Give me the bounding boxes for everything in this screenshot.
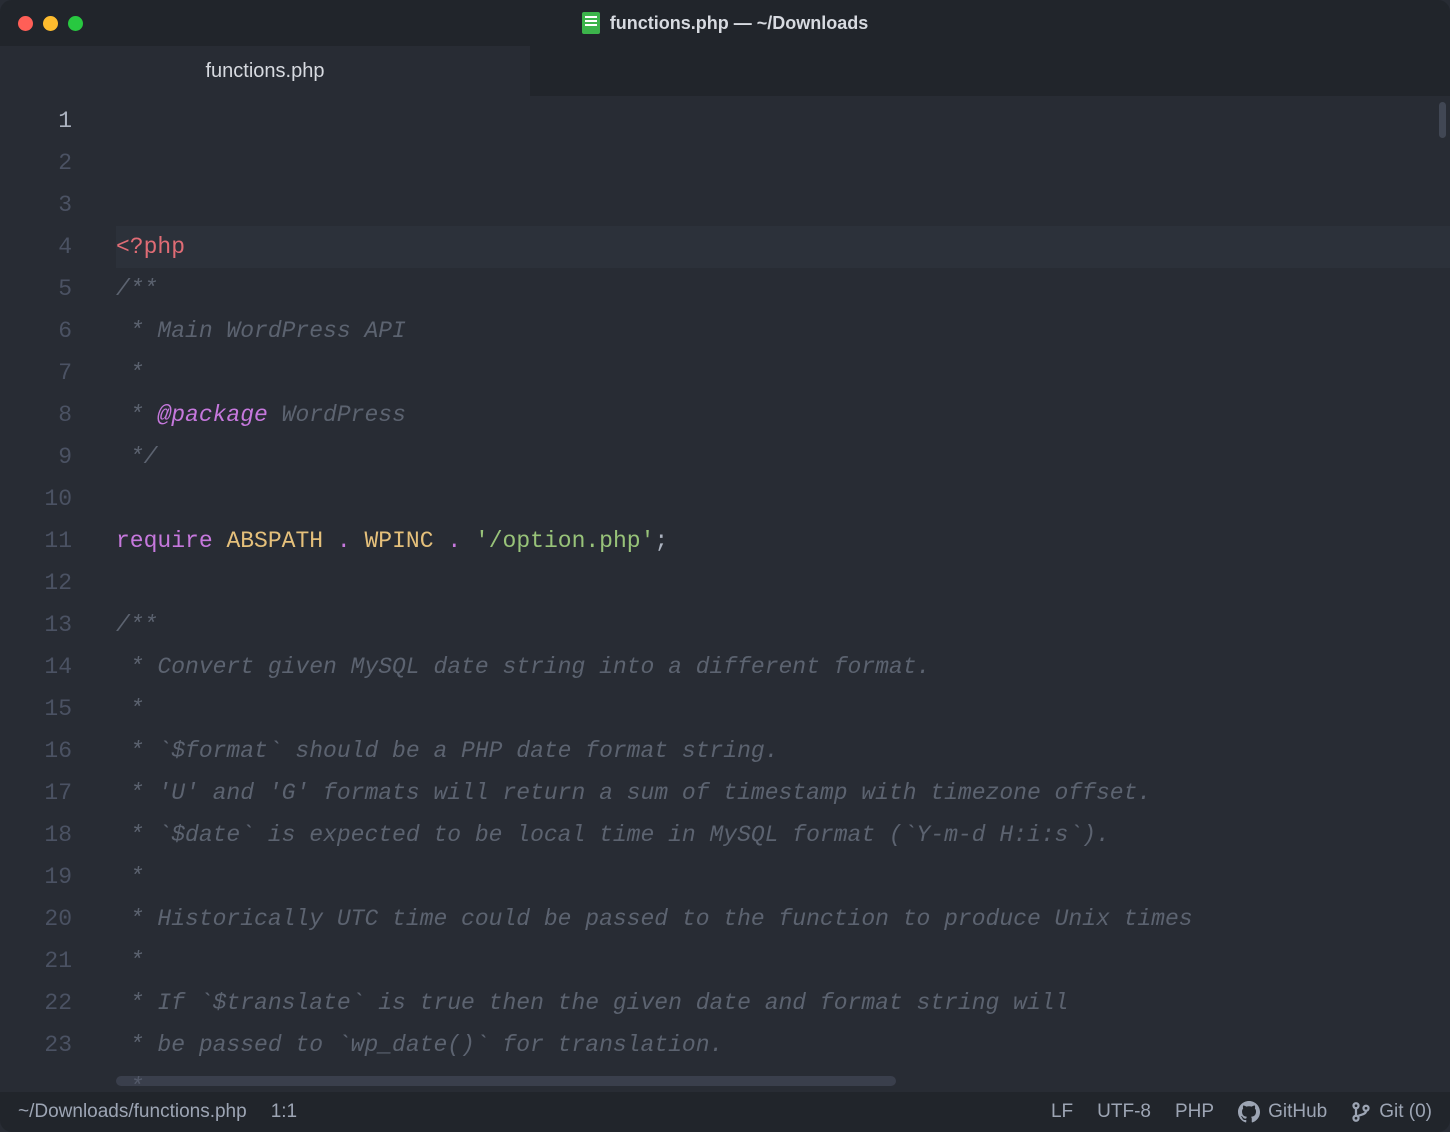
line-number[interactable]: 1 <box>0 100 96 142</box>
line-number[interactable]: 18 <box>0 814 96 856</box>
status-filepath[interactable]: ~/Downloads/functions.php <box>18 1101 247 1123</box>
code-line[interactable]: * Historically UTC time could be passed … <box>116 898 1450 940</box>
tabbar: functions.php <box>0 46 1450 96</box>
code-line[interactable]: * <box>116 940 1450 982</box>
line-number[interactable]: 5 <box>0 268 96 310</box>
line-number[interactable]: 7 <box>0 352 96 394</box>
line-number[interactable]: 8 <box>0 394 96 436</box>
code-line[interactable]: /** <box>116 604 1450 646</box>
tab-label: functions.php <box>206 60 325 83</box>
vertical-scrollbar-thumb[interactable] <box>1439 102 1446 138</box>
line-number[interactable]: 11 <box>0 520 96 562</box>
line-number[interactable]: 9 <box>0 436 96 478</box>
code-line[interactable]: * @package WordPress <box>116 394 1450 436</box>
code-area[interactable]: <?php/** * Main WordPress API * * @packa… <box>96 96 1450 1092</box>
code-line[interactable]: * be passed to `wp_date()` for translati… <box>116 1024 1450 1066</box>
minimize-window-button[interactable] <box>43 16 58 31</box>
line-number[interactable]: 14 <box>0 646 96 688</box>
titlebar[interactable]: functions.php — ~/Downloads <box>0 0 1450 46</box>
status-encoding[interactable]: UTF-8 <box>1097 1101 1151 1123</box>
line-number[interactable]: 6 <box>0 310 96 352</box>
editor-window: functions.php — ~/Downloads functions.ph… <box>0 0 1450 1132</box>
code-line[interactable]: require ABSPATH . WPINC . '/option.php'; <box>116 520 1450 562</box>
status-cursor-position[interactable]: 1:1 <box>271 1101 297 1123</box>
code-line[interactable]: */ <box>116 436 1450 478</box>
line-number[interactable]: 19 <box>0 856 96 898</box>
code-line[interactable] <box>116 478 1450 520</box>
tab-functions-php[interactable]: functions.php <box>0 46 530 96</box>
statusbar: ~/Downloads/functions.php 1:1 LF UTF-8 P… <box>0 1092 1450 1132</box>
code-line[interactable]: /** <box>116 268 1450 310</box>
line-number[interactable]: 21 <box>0 940 96 982</box>
line-number[interactable]: 3 <box>0 184 96 226</box>
code-line[interactable]: * 'U' and 'G' formats will return a sum … <box>116 772 1450 814</box>
line-number[interactable]: 20 <box>0 898 96 940</box>
line-number[interactable]: 22 <box>0 982 96 1024</box>
code-line[interactable]: * <box>116 856 1450 898</box>
line-number[interactable]: 15 <box>0 688 96 730</box>
code-line[interactable]: * <box>116 688 1450 730</box>
code-line[interactable]: <?php <box>116 226 1450 268</box>
git-branch-icon <box>1351 1102 1371 1122</box>
status-git[interactable]: Git (0) <box>1351 1101 1432 1123</box>
line-number[interactable]: 2 <box>0 142 96 184</box>
traffic-lights <box>18 16 83 31</box>
horizontal-scrollbar-thumb[interactable] <box>116 1076 896 1086</box>
php-file-icon <box>582 12 600 34</box>
code-line[interactable]: * Main WordPress API <box>116 310 1450 352</box>
code-line[interactable]: * Convert given MySQL date string into a… <box>116 646 1450 688</box>
line-number-gutter[interactable]: 1234567891011121314151617181920212223 <box>0 96 96 1092</box>
code-line[interactable]: * `$date` is expected to be local time i… <box>116 814 1450 856</box>
code-line[interactable]: * `$format` should be a PHP date format … <box>116 730 1450 772</box>
line-number[interactable]: 4 <box>0 226 96 268</box>
code-line[interactable] <box>116 562 1450 604</box>
maximize-window-button[interactable] <box>68 16 83 31</box>
line-number[interactable]: 23 <box>0 1024 96 1066</box>
code-line[interactable]: * <box>116 352 1450 394</box>
code-line[interactable]: * If `$translate` is true then the given… <box>116 982 1450 1024</box>
line-number[interactable]: 12 <box>0 562 96 604</box>
status-language[interactable]: PHP <box>1175 1101 1214 1123</box>
line-number[interactable]: 17 <box>0 772 96 814</box>
github-icon <box>1238 1101 1260 1123</box>
status-github[interactable]: GitHub <box>1238 1101 1327 1123</box>
line-number[interactable]: 16 <box>0 730 96 772</box>
window-title: functions.php — ~/Downloads <box>610 13 869 34</box>
editor-pane[interactable]: 1234567891011121314151617181920212223 <?… <box>0 96 1450 1092</box>
close-window-button[interactable] <box>18 16 33 31</box>
status-line-ending[interactable]: LF <box>1051 1101 1073 1123</box>
line-number[interactable]: 13 <box>0 604 96 646</box>
window-title-wrap: functions.php — ~/Downloads <box>0 12 1450 34</box>
line-number[interactable]: 10 <box>0 478 96 520</box>
